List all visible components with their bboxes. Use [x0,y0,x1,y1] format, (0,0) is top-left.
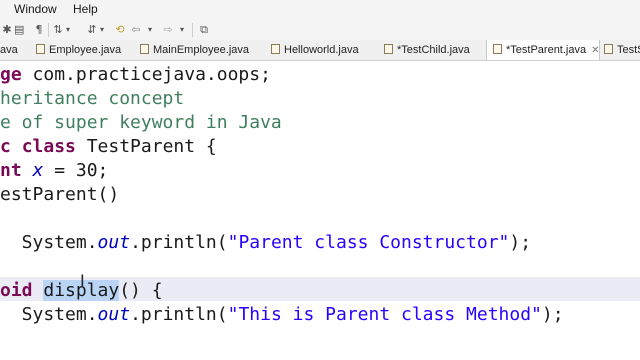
java-file-icon [384,44,393,54]
back-icon[interactable]: ⟲ [114,23,126,37]
tab-testparent[interactable]: *TestParent.java ✕ [486,40,600,60]
code-editor[interactable]: ge com.practicejava.oops; heritance conc… [0,61,640,360]
code-line: ge com.practicejava.oops; [0,64,271,85]
pin-editor-icon[interactable]: ⧉ [198,23,210,37]
tab-label: Employee.java [49,44,122,56]
paragraph-icon[interactable]: ¶ [34,23,44,37]
java-file-icon [140,44,149,54]
tab-label: *TestParent.java [506,44,587,56]
tab-tests[interactable]: TestS [604,40,640,60]
editor-tab-bar: ava Employee.java MainEmployee.java Hell… [0,40,640,61]
java-file-icon [271,44,280,54]
code-line: c class TestParent { [0,136,217,157]
tab-label: Helloworld.java [284,44,359,56]
code-line: estParent() [0,184,120,205]
prev-edit-icon[interactable]: ⇦ [130,23,142,37]
tab-label: TestS [617,44,640,56]
code-line: nt x = 30; [0,160,109,181]
tab-label: MainEmployee.java [153,44,249,56]
java-file-icon [36,44,45,54]
tab-employee[interactable]: Employee.java [36,40,121,60]
code-line: System.out.println("Parent class Constru… [0,232,532,253]
code-line: System.out.println("This is Parent class… [0,304,564,325]
close-icon[interactable]: ✕ [591,45,599,56]
tab-file[interactable]: ava [0,40,18,60]
debug-icon[interactable]: ✱ [2,23,12,37]
dropdown-arrow-icon[interactable]: ▾ [98,23,106,37]
java-file-icon [604,44,613,54]
toolbar: ✱ ▤ ¶ ⇅ ▾ ⇵ ▾ ⟲ ⇦ ▾ ⇨ ▾ ⧉ [0,20,640,41]
code-line: e of super keyword in Java [0,112,282,133]
tab-helloworld[interactable]: Helloworld.java [271,40,359,60]
coverage-icon[interactable]: ⇵ [86,23,98,37]
dropdown-arrow-icon[interactable]: ▾ [178,23,186,37]
menu-window[interactable]: Window [14,2,57,16]
sort-icon[interactable]: ⇅ [52,23,64,37]
code-line: heritance concept [0,88,185,109]
tab-testchild[interactable]: *TestChild.java [384,40,470,60]
forward-icon[interactable]: ⇨ [162,23,174,37]
tab-mainemployee[interactable]: MainEmployee.java [140,40,249,60]
text-cursor-icon: I [80,271,85,290]
tab-label: *TestChild.java [397,44,470,56]
dropdown-arrow-icon[interactable]: ▾ [64,23,72,37]
menu-bar: Window Help [0,0,640,20]
java-file-icon [493,44,502,54]
dropdown-arrow-icon[interactable]: ▾ [146,23,154,37]
menu-help[interactable]: Help [73,2,98,16]
tab-label: ava [0,44,18,56]
run-icon[interactable]: ▤ [14,23,24,37]
